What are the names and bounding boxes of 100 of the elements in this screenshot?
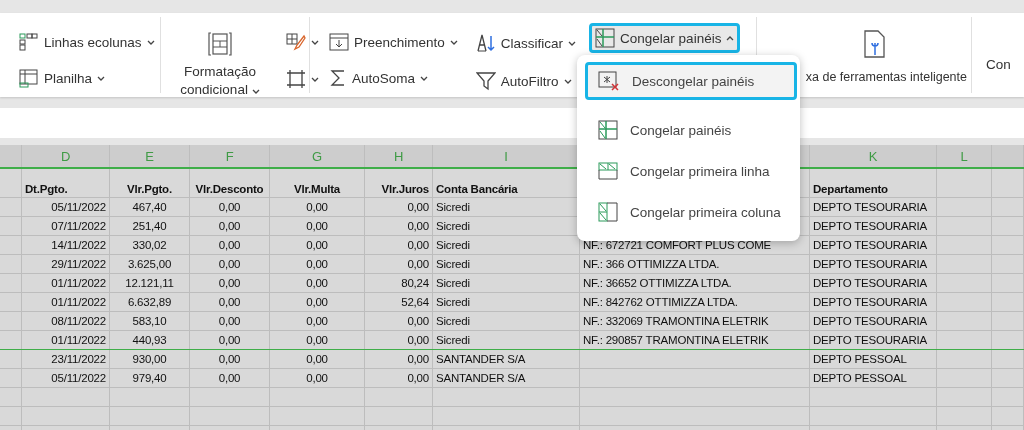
table-cell: 0,00	[407, 201, 429, 213]
conditional-formatting-button[interactable]: Formatação condicional	[169, 29, 271, 102]
table-cell: 0,00	[218, 277, 241, 289]
table-cell: NF.: 842762 OTTIMIZZA LTDA.	[583, 296, 738, 308]
caret-icon	[311, 39, 319, 45]
ribbon-label[interactable]: Con	[972, 13, 1011, 97]
menu-item[interactable]: Congelar painéis	[585, 111, 797, 149]
ribbon-button[interactable]: AutoSoma	[324, 65, 463, 91]
menu-item[interactable]: Congelar primeira coluna	[585, 193, 797, 231]
table-cell: Sicredi	[436, 277, 470, 289]
freeze-column-icon	[598, 202, 618, 222]
column-header: D	[60, 148, 71, 164]
column-header: E	[145, 148, 154, 164]
table-cell: DEPTO TESOURARIA	[813, 201, 927, 213]
table-cell: 14/11/2022	[51, 239, 106, 251]
table-cell: Sicredi	[436, 334, 470, 346]
border-icon	[286, 69, 306, 89]
table-cell: Sicredi	[436, 201, 470, 213]
table-cell: Sicredi	[436, 239, 470, 251]
header-cell: Vlr.Multa	[293, 183, 341, 195]
header-cell: Dt.Pgto.	[25, 183, 68, 195]
ribbon-button[interactable]: Planilha	[14, 65, 160, 92]
paintbrush-icon	[286, 33, 306, 51]
table-cell: 80,24	[401, 277, 429, 289]
column-header: H	[393, 148, 404, 164]
caret-icon	[311, 76, 319, 82]
fill-down-icon	[329, 33, 349, 51]
table-cell: DEPTO TESOURARIA	[813, 315, 927, 327]
caret-icon	[420, 75, 429, 81]
table-cell: 0,00	[218, 258, 241, 270]
table-cell: 05/11/2022	[51, 201, 106, 213]
caret-icon	[251, 89, 260, 95]
header-cell: Departamento	[813, 183, 888, 195]
table-cell: 0,00	[306, 372, 328, 384]
table-cell: 05/11/2022	[51, 372, 106, 384]
caret-icon	[449, 39, 458, 45]
table-cell: 52,64	[401, 296, 429, 308]
table-cell: DEPTO TESOURARIA	[813, 220, 927, 232]
table-cell: 07/11/2022	[51, 220, 106, 232]
column-header: L	[960, 148, 968, 164]
worksheet-icon	[19, 69, 39, 88]
freeze-panes-icon	[598, 120, 618, 140]
table-cell: DEPTO TESOURARIA	[813, 258, 927, 270]
column-header: F	[225, 148, 234, 164]
column-header: I	[504, 148, 508, 164]
table-cell: 08/11/2022	[51, 315, 106, 327]
table-cell: 583,10	[132, 315, 167, 327]
ribbon-button[interactable]: Classificar	[470, 29, 582, 57]
table-cell: 930,00	[132, 353, 167, 365]
table-cell: 3.625,00	[127, 258, 172, 270]
table-cell: 979,40	[132, 372, 167, 384]
table-cell: SANTANDER S/A	[436, 353, 526, 365]
table-cell: 23/11/2022	[51, 353, 106, 365]
table-cell: 0,00	[407, 239, 429, 251]
unfreeze-icon	[598, 71, 620, 91]
table-cell: 251,40	[132, 220, 167, 232]
table-cell: NF.: 36652 OTTIMIZZA LTDA.	[583, 277, 732, 289]
table-cell: 0,00	[218, 334, 241, 346]
sort-icon	[475, 33, 496, 53]
table-cell: Sicredi	[436, 258, 470, 270]
freeze-panes-icon	[595, 28, 616, 48]
table-cell: DEPTO TESOURARIA	[813, 296, 927, 308]
table-cell: 0,00	[306, 353, 328, 365]
table-cell: DEPTO TESOURARIA	[813, 239, 927, 251]
header-cell: Vlr.Pgto.	[127, 183, 172, 195]
menu-item[interactable]: Congelar primeira linha	[585, 152, 797, 190]
table-cell: 0,00	[306, 315, 328, 327]
table-cell: 0,00	[218, 201, 241, 213]
table-cell: SANTANDER S/A	[436, 372, 526, 384]
table-cell: 0,00	[218, 353, 241, 365]
table-cell: 440,93	[132, 334, 167, 346]
table-cell: 01/11/2022	[51, 296, 106, 308]
table-cell: NF.: 672721 COMFORT PLUS COME	[583, 239, 772, 251]
column-header: K	[868, 148, 878, 164]
caret-icon	[568, 40, 577, 46]
freeze-panes-button[interactable]: Congelar painéis	[589, 23, 741, 53]
column-header: G	[312, 148, 322, 164]
table-cell: 0,00	[407, 258, 429, 270]
table-cell: 0,00	[407, 315, 429, 327]
ribbon-button[interactable]: Preenchimento	[324, 29, 463, 55]
header-cell: Vlr.Desconto	[195, 183, 264, 195]
table-cell: 0,00	[306, 201, 328, 213]
ribbon-button[interactable]: Linhas ecolunas	[14, 29, 160, 55]
menu-item[interactable]: Descongelar painéis	[585, 62, 797, 100]
caret-icon	[97, 76, 106, 81]
table-cell: NF.: 366 OTTIMIZZA LTDA.	[583, 258, 720, 270]
table-cell: 0,00	[306, 239, 328, 251]
caret-icon	[563, 78, 572, 84]
table-cell: 01/11/2022	[51, 277, 106, 289]
table-cell: 12.121,11	[125, 277, 174, 289]
sigma-icon	[329, 69, 347, 87]
table-cell: 0,00	[407, 372, 429, 384]
freeze-row-icon	[598, 162, 618, 180]
table-cell: DEPTO PESSOAL	[813, 372, 907, 384]
table-cell: 0,00	[306, 296, 328, 308]
ribbon-button[interactable]: AutoFiltro	[470, 67, 582, 95]
table-cell: 0,00	[306, 258, 328, 270]
table-cell: DEPTO TESOURARIA	[813, 334, 927, 346]
table-cell: 0,00	[306, 220, 328, 232]
rows-columns-icon	[19, 33, 39, 51]
